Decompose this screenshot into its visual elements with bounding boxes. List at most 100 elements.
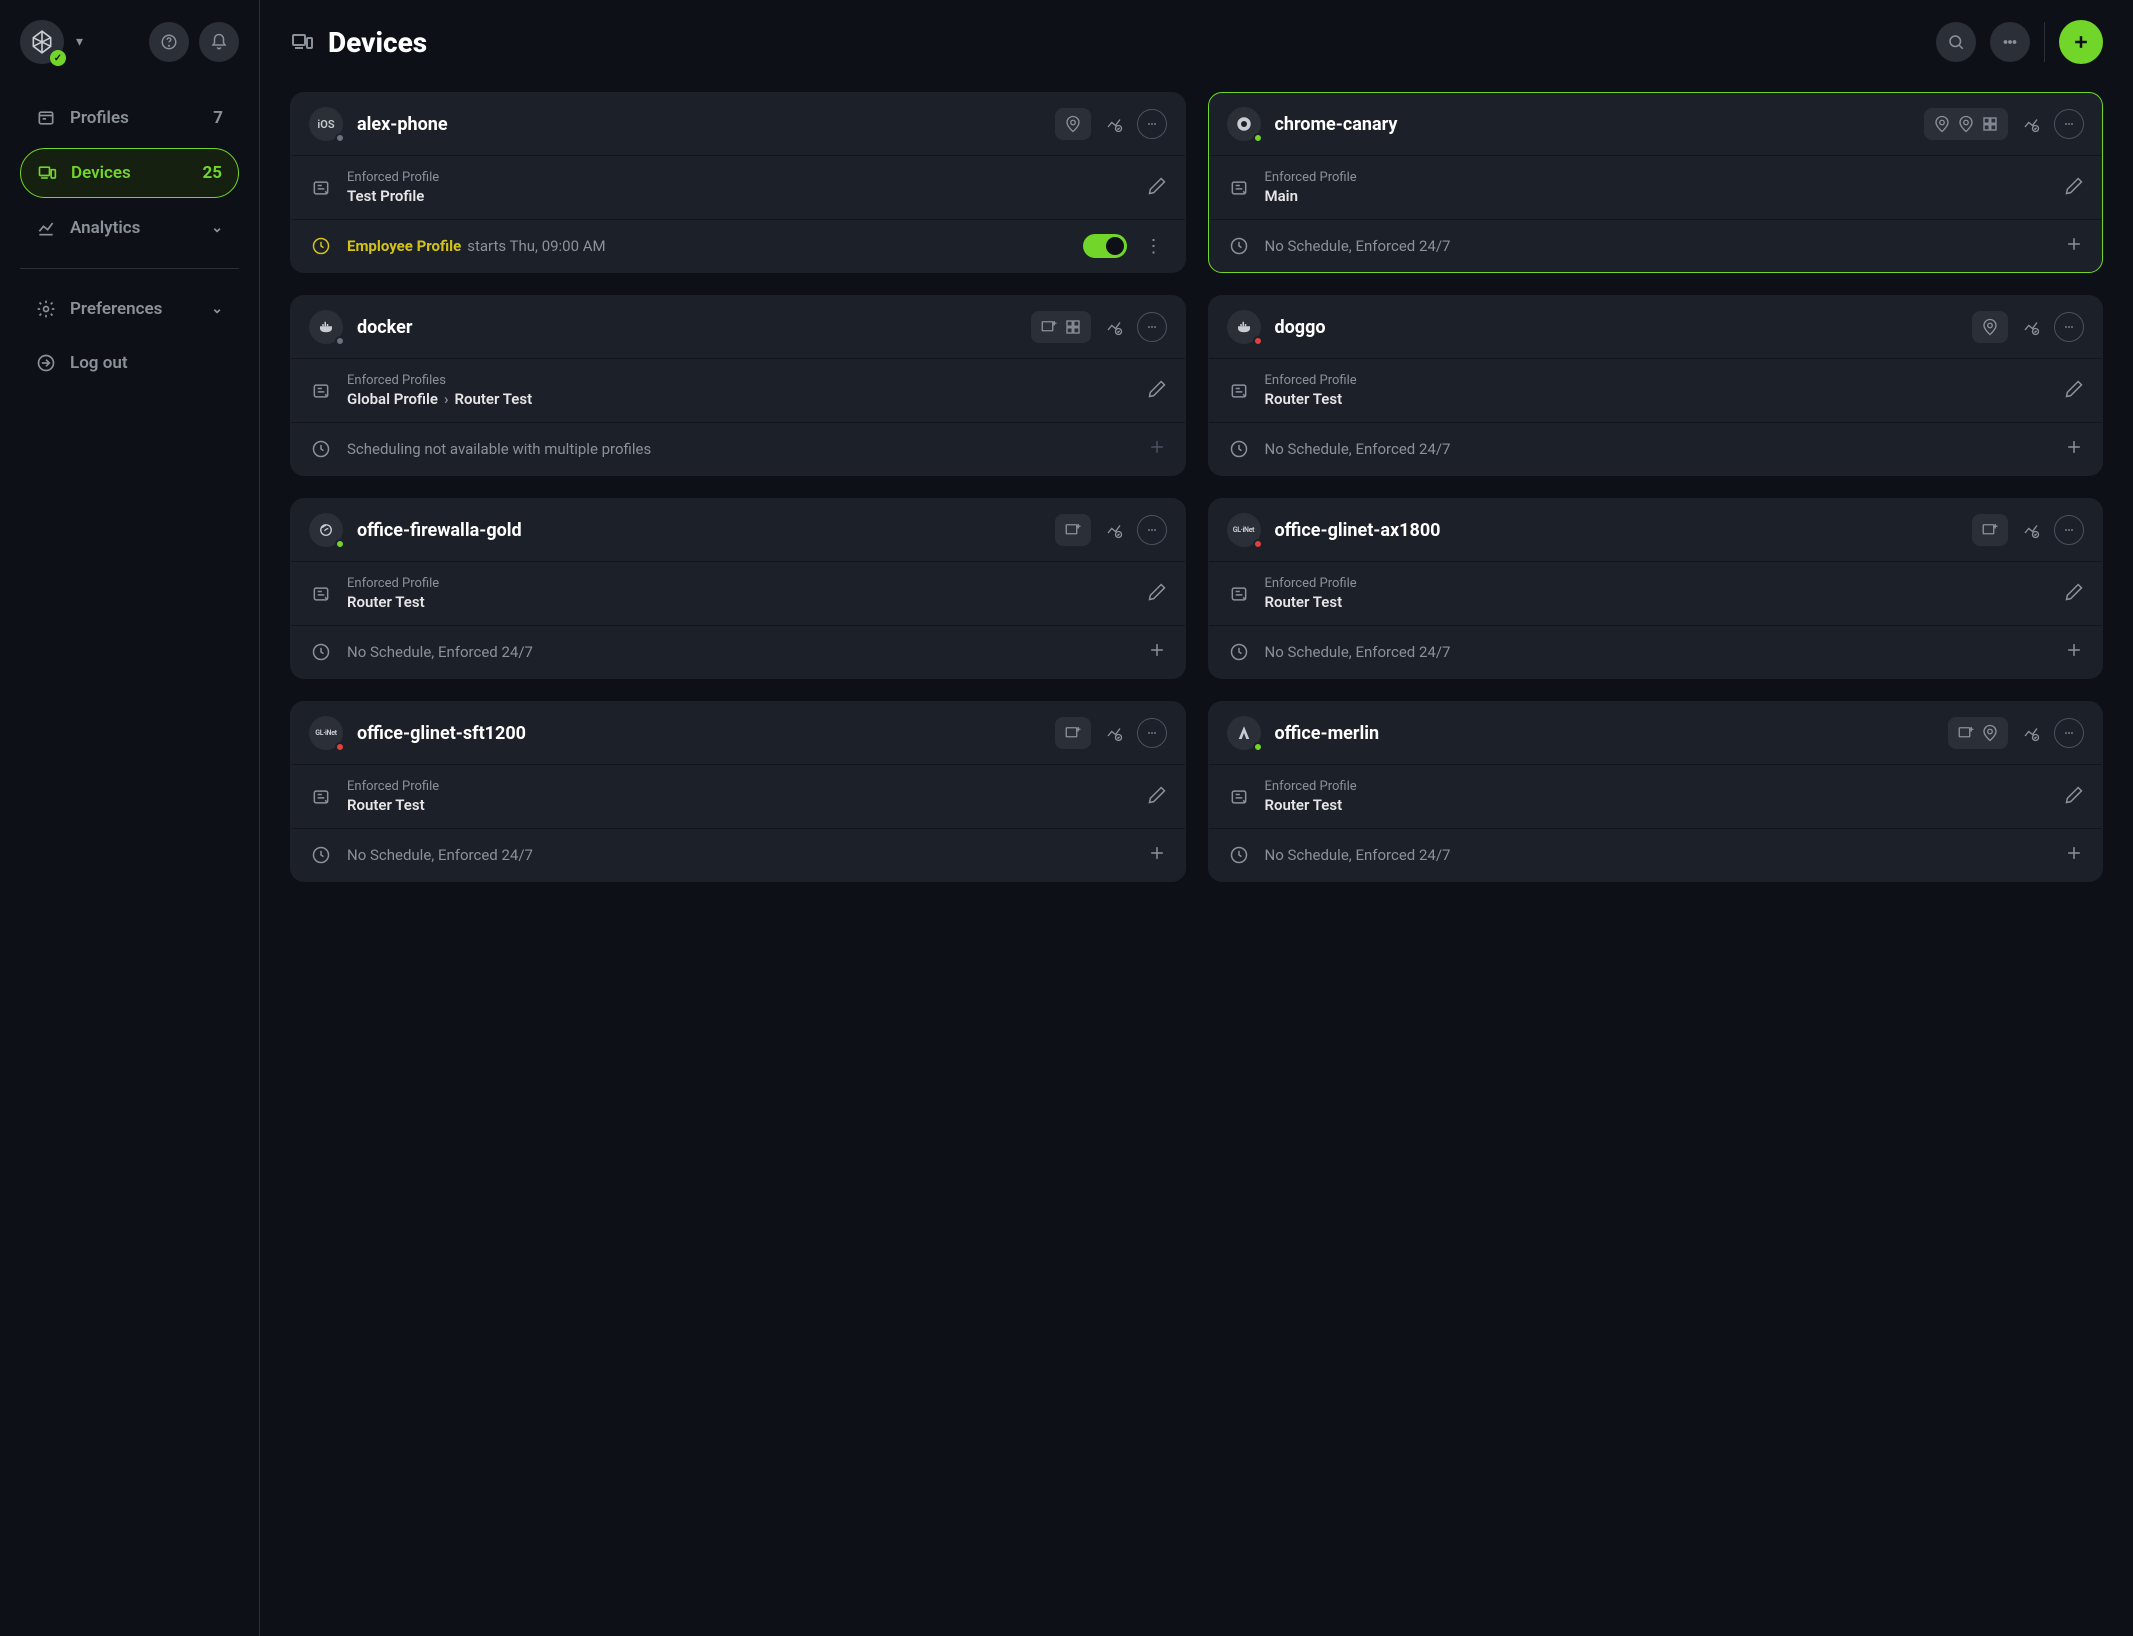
- profile-text: Enforced ProfileRouter Test: [1265, 373, 2051, 408]
- device-name[interactable]: office-glinet-sft1200: [357, 723, 1041, 744]
- add-schedule-button[interactable]: [2064, 437, 2084, 461]
- analytics-button[interactable]: [2016, 312, 2046, 342]
- notifications-button[interactable]: [199, 22, 239, 62]
- profile-icon: [1227, 785, 1251, 809]
- card-actions: [1031, 311, 1167, 343]
- badge-group[interactable]: [1972, 311, 2008, 343]
- analytics-button[interactable]: [2016, 109, 2046, 139]
- device-name[interactable]: docker: [357, 317, 1017, 338]
- add-schedule-button[interactable]: [1147, 640, 1167, 664]
- badge-group[interactable]: [1972, 514, 2008, 546]
- schedule-text: No Schedule, Enforced 24/7: [1265, 846, 2051, 864]
- schedule-row: No Schedule, Enforced 24/7: [291, 828, 1185, 881]
- edit-profile-button[interactable]: [1147, 176, 1167, 200]
- card-more-button[interactable]: [2054, 515, 2084, 545]
- profile-row: Enforced ProfileMain: [1209, 155, 2103, 219]
- status-indicator: [1253, 539, 1263, 549]
- edit-profile-button[interactable]: [1147, 785, 1167, 809]
- device-name[interactable]: doggo: [1275, 317, 1959, 338]
- schedule-toggle[interactable]: [1083, 234, 1127, 258]
- edit-profile-button[interactable]: [2064, 176, 2084, 200]
- device-icon: [309, 513, 343, 547]
- schedule-menu-button[interactable]: ⋮: [1141, 236, 1167, 257]
- card-more-button[interactable]: [2054, 109, 2084, 139]
- edit-profile-button[interactable]: [2064, 785, 2084, 809]
- card-header: iOS alex-phone: [291, 93, 1185, 155]
- edit-profile-button[interactable]: [2064, 582, 2084, 606]
- more-button[interactable]: [1990, 22, 2030, 62]
- profiles-icon: [36, 108, 56, 128]
- card-more-button[interactable]: [2054, 312, 2084, 342]
- sidebar-item-profiles[interactable]: Profiles 7: [20, 94, 239, 142]
- schedule-row: No Schedule, Enforced 24/7: [291, 625, 1185, 678]
- devices-icon: [290, 30, 314, 54]
- profile-icon: [1227, 379, 1251, 403]
- edit-profile-button[interactable]: [2064, 379, 2084, 403]
- main: Devices iOSalex-phoneEnforced ProfileTes…: [260, 0, 2133, 1636]
- add-schedule-button[interactable]: [1147, 843, 1167, 867]
- card-more-button[interactable]: [1137, 718, 1167, 748]
- profile-row: Enforced ProfileRouter Test: [291, 561, 1185, 625]
- analytics-button[interactable]: [2016, 515, 2046, 545]
- analytics-button[interactable]: [1099, 718, 1129, 748]
- clock-icon: [309, 437, 333, 461]
- profile-text: Enforced ProfilesGlobal Profile›Router T…: [347, 373, 1133, 408]
- card-more-button[interactable]: [1137, 312, 1167, 342]
- edit-profile-button[interactable]: [1147, 582, 1167, 606]
- add-device-icon: [1039, 317, 1059, 337]
- analytics-button[interactable]: [1099, 312, 1129, 342]
- badge-group[interactable]: [1948, 717, 2008, 749]
- sidebar-item-preferences[interactable]: Preferences ⌄: [20, 285, 239, 333]
- help-button[interactable]: [149, 22, 189, 62]
- card-more-button[interactable]: [1137, 515, 1167, 545]
- device-name[interactable]: chrome-canary: [1275, 114, 1911, 135]
- profile-row: Enforced ProfileRouter Test: [1209, 764, 2103, 828]
- profile-label: Enforced Profile: [1265, 373, 2051, 388]
- device-icon: iOS: [309, 107, 343, 141]
- card-more-button[interactable]: [2054, 718, 2084, 748]
- card-actions: [1972, 311, 2084, 343]
- sidebar-item-devices[interactable]: Devices 25: [20, 148, 239, 198]
- card-more-button[interactable]: [1137, 109, 1167, 139]
- device-name[interactable]: office-firewalla-gold: [357, 520, 1041, 541]
- clock-icon: [1227, 437, 1251, 461]
- schedule-text: Scheduling not available with multiple p…: [347, 440, 1133, 458]
- analytics-button[interactable]: [1099, 515, 1129, 545]
- status-indicator: [1253, 742, 1263, 752]
- status-indicator: [1253, 133, 1263, 143]
- add-device-icon: [1956, 723, 1976, 743]
- add-device-button[interactable]: [2059, 20, 2103, 64]
- badge-group[interactable]: [1055, 108, 1091, 140]
- edit-profile-button[interactable]: [1147, 379, 1167, 403]
- profile-text: Enforced ProfileRouter Test: [1265, 779, 2051, 814]
- sidebar-item-logout[interactable]: Log out: [20, 339, 239, 387]
- profile-label: Enforced Profile: [1265, 576, 2051, 591]
- profile-icon: [1227, 176, 1251, 200]
- analytics-button[interactable]: [1099, 109, 1129, 139]
- add-schedule-button[interactable]: [2064, 234, 2084, 258]
- device-name[interactable]: office-glinet-ax1800: [1275, 520, 1959, 541]
- profile-row: Enforced ProfileRouter Test: [291, 764, 1185, 828]
- nav-count: 25: [202, 163, 222, 183]
- device-name[interactable]: office-merlin: [1275, 723, 1935, 744]
- schedule-when: starts Thu, 09:00 AM: [467, 237, 605, 255]
- profile-text: Enforced ProfileMain: [1265, 170, 2051, 205]
- badge-group[interactable]: [1055, 514, 1091, 546]
- org-selector[interactable]: [20, 20, 64, 64]
- add-schedule-button[interactable]: [2064, 640, 2084, 664]
- badge-group[interactable]: [1924, 108, 2008, 140]
- sidebar-item-analytics[interactable]: Analytics ⌄: [20, 204, 239, 252]
- clock-icon: [309, 843, 333, 867]
- add-schedule-button[interactable]: [2064, 843, 2084, 867]
- analytics-button[interactable]: [2016, 718, 2046, 748]
- status-indicator: [335, 336, 345, 346]
- badge-group[interactable]: [1031, 311, 1091, 343]
- badge-group[interactable]: [1055, 717, 1091, 749]
- device-name[interactable]: alex-phone: [357, 114, 1041, 135]
- chevron-down-icon[interactable]: ▾: [76, 34, 83, 50]
- device-icon: [1227, 107, 1261, 141]
- search-button[interactable]: [1936, 22, 1976, 62]
- profile-value: Main: [1265, 187, 2051, 205]
- org-logo-icon: [29, 29, 55, 55]
- card-header: GL·iNetoffice-glinet-sft1200: [291, 702, 1185, 764]
